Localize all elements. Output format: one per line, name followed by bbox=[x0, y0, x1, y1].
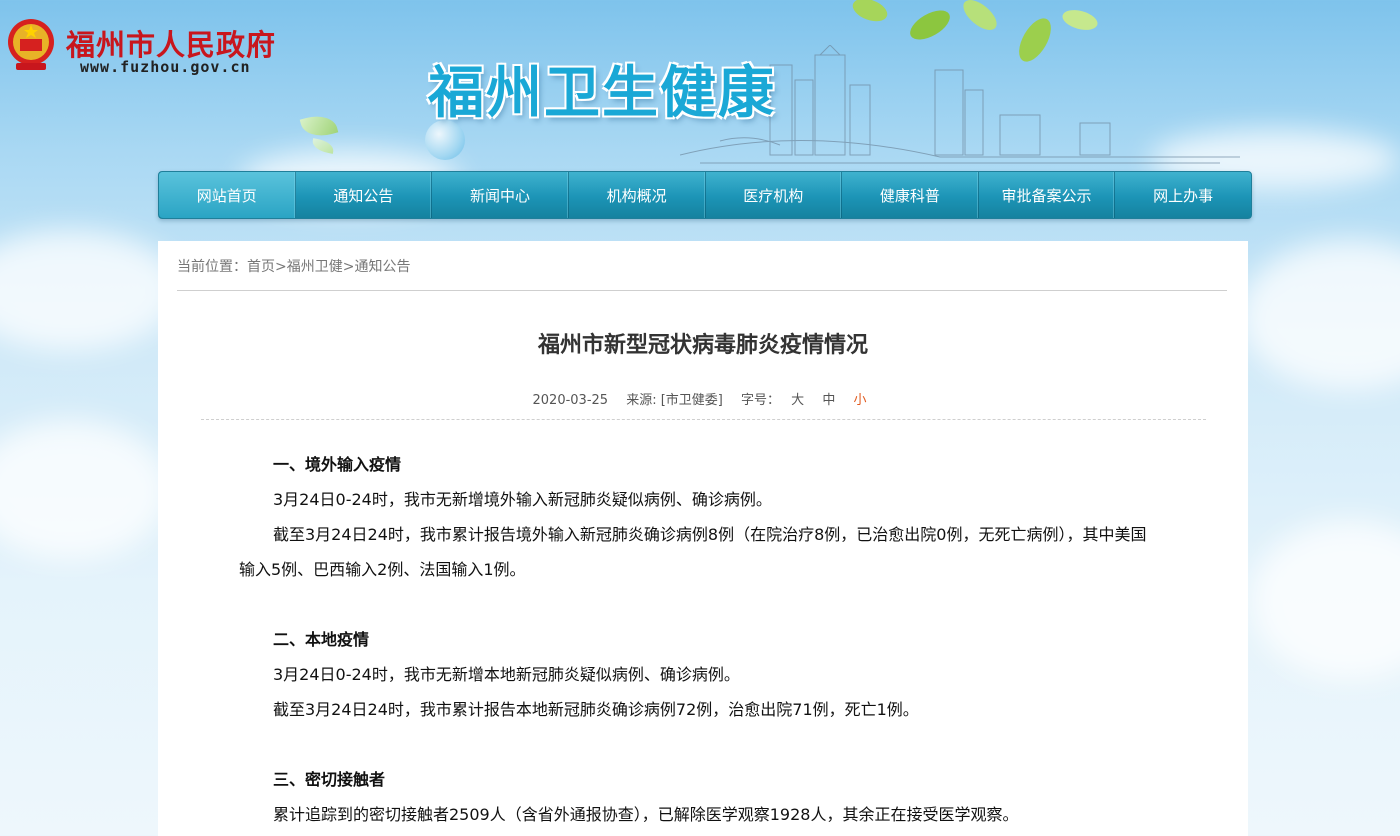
paragraph: 截至3月24日24时，我市累计报告境外输入新冠肺炎确诊病例8例（在院治疗8例，已… bbox=[239, 525, 1147, 579]
leaves-decoration bbox=[852, 0, 1098, 62]
section-heading: 二、本地疫情 bbox=[273, 630, 370, 649]
paragraph: 累计追踪到的密切接触者2509人（含省外通报协查），已解除医学观察1928人，其… bbox=[273, 805, 1019, 824]
font-size-label: 字号： bbox=[741, 393, 781, 408]
national-emblem-icon bbox=[8, 19, 54, 70]
font-size-medium-button[interactable]: 中 bbox=[822, 393, 835, 408]
nav-item-approval-publicity[interactable]: 审批备案公示 bbox=[979, 172, 1116, 218]
article-meta: 2020-03-25 来源: [市卫健委] 字号： 大 中 小 bbox=[158, 389, 1248, 408]
article-body: 一、境外输入疫情 3月24日0-24时，我市无新增境外输入新冠肺炎疑似病例、确诊… bbox=[239, 447, 1159, 832]
banner-title: 福州卫生健康 bbox=[428, 61, 776, 126]
breadcrumb: 当前位置：首页>福州卫健>通知公告 bbox=[177, 256, 410, 276]
article-title: 福州市新型冠状病毒肺炎疫情情况 bbox=[537, 333, 868, 358]
section-heading: 三、密切接触者 bbox=[273, 770, 386, 789]
cloud-decoration bbox=[0, 230, 180, 350]
breadcrumb-section-link[interactable]: 福州卫健 bbox=[287, 259, 343, 275]
article-container: 当前位置：首页>福州卫健>通知公告 福州市新型冠状病毒肺炎疫情情况 2020-0… bbox=[158, 241, 1248, 836]
nav-item-notices[interactable]: 通知公告 bbox=[296, 172, 433, 218]
paragraph: 截至3月24日24时，我市累计报告本地新冠肺炎确诊病例72例，治愈出院71例，死… bbox=[273, 700, 919, 719]
main-nav: 网站首页 通知公告 新闻中心 机构概况 医疗机构 健康科普 审批备案公示 网上办… bbox=[158, 171, 1252, 219]
cloud-decoration bbox=[1250, 520, 1400, 680]
breadcrumb-separator: > bbox=[275, 259, 287, 275]
cloud-decoration bbox=[1240, 240, 1400, 390]
divider bbox=[177, 290, 1227, 291]
divider bbox=[201, 419, 1206, 420]
site-header: 福州市人民政府 www.fuzhou.gov.cn 福州卫生健康 bbox=[0, 0, 1400, 175]
article-date: 2020-03-25 bbox=[532, 393, 609, 408]
cloud-decoration bbox=[0, 420, 170, 560]
nav-item-news[interactable]: 新闻中心 bbox=[432, 172, 569, 218]
leaf-decoration bbox=[299, 110, 339, 142]
nav-item-home[interactable]: 网站首页 bbox=[159, 172, 296, 218]
breadcrumb-home-link[interactable]: 首页 bbox=[247, 259, 275, 275]
breadcrumb-prefix: 当前位置： bbox=[177, 259, 247, 275]
site-url[interactable]: www.fuzhou.gov.cn bbox=[80, 58, 251, 76]
section-heading: 一、境外输入疫情 bbox=[273, 455, 402, 474]
article-source: 来源: [市卫健委] bbox=[626, 393, 723, 408]
font-size-small-button[interactable]: 小 bbox=[853, 393, 866, 408]
paragraph: 3月24日0-24时，我市无新增境外输入新冠肺炎疑似病例、确诊病例。 bbox=[273, 490, 772, 509]
nav-item-health-science[interactable]: 健康科普 bbox=[842, 172, 979, 218]
nav-item-online-services[interactable]: 网上办事 bbox=[1115, 172, 1251, 218]
nav-item-about[interactable]: 机构概况 bbox=[569, 172, 706, 218]
leaf-decoration bbox=[311, 138, 335, 154]
nav-item-medical-institutions[interactable]: 医疗机构 bbox=[706, 172, 843, 218]
font-size-large-button[interactable]: 大 bbox=[791, 393, 804, 408]
paragraph: 3月24日0-24时，我市无新增本地新冠肺炎疑似病例、确诊病例。 bbox=[273, 665, 740, 684]
breadcrumb-separator: > bbox=[342, 259, 355, 275]
breadcrumb-current-link[interactable]: 通知公告 bbox=[354, 259, 410, 275]
